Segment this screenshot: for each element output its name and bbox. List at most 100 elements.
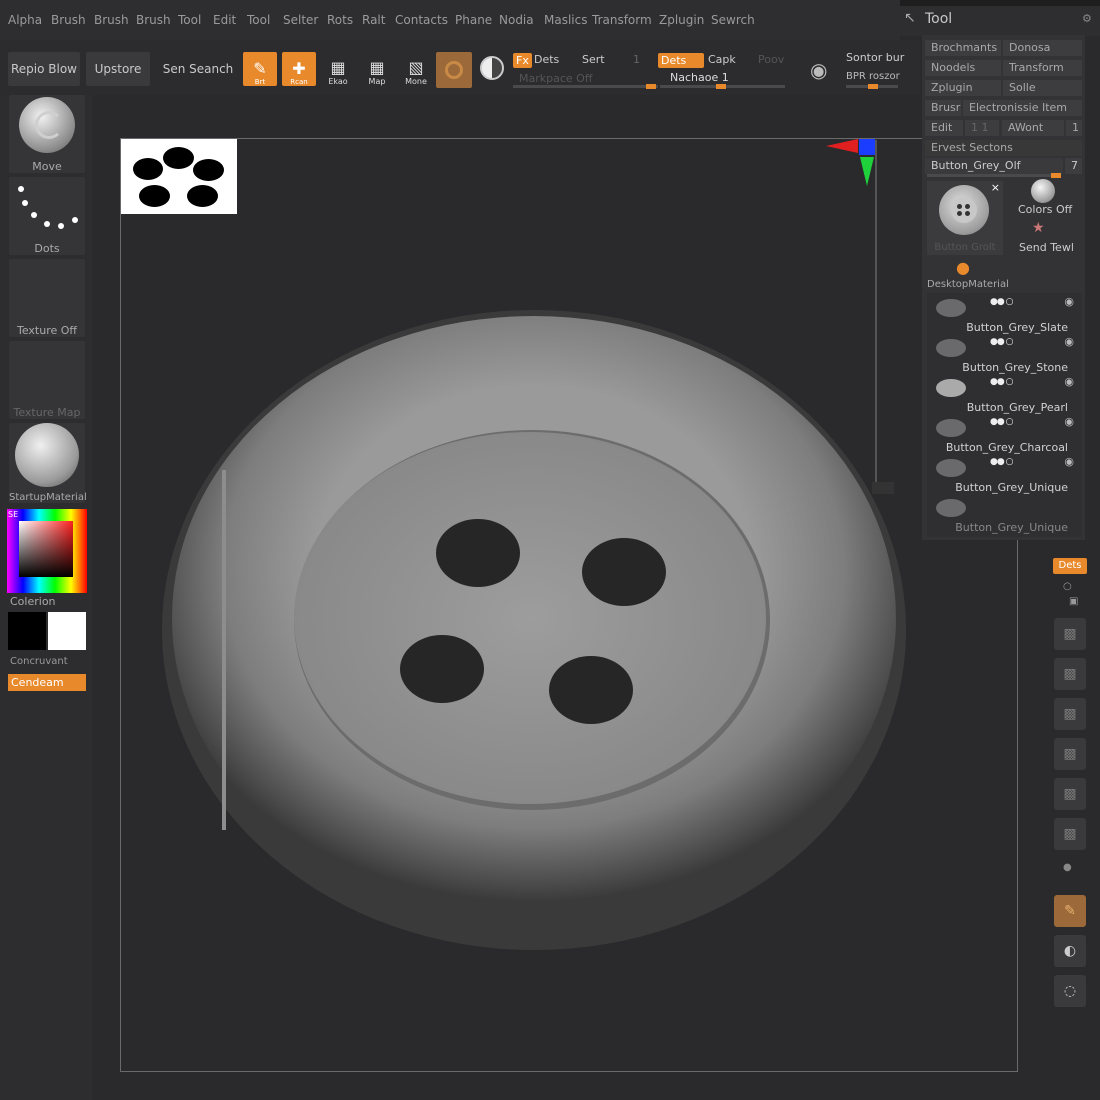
move-brush-card[interactable]: Move	[9, 95, 85, 173]
repio-blow-button[interactable]: Repio Blow	[8, 52, 80, 86]
menu-brush-3[interactable]: Brush	[136, 13, 171, 27]
colors-sphere-icon[interactable]	[1031, 179, 1055, 203]
subtool-row[interactable]: ●● ○ ◉ Button_Grey_Pearl	[930, 375, 1082, 419]
draw-button[interactable]: ✎ Brt	[243, 52, 277, 86]
map-button[interactable]: ▦ Map	[360, 52, 394, 87]
subtool-row[interactable]: ●● ○ ◉ Button_Grey_Slate	[930, 295, 1082, 339]
awont-button[interactable]: AWont	[1002, 120, 1064, 136]
dets-tag[interactable]: Dets	[658, 53, 704, 68]
gradient-sphere-icon[interactable]	[480, 56, 504, 80]
donosa-button[interactable]: Donosa	[1003, 40, 1082, 56]
cendeam-button[interactable]: Cendeam	[8, 674, 86, 691]
ervest-sectons-button[interactable]: Ervest Sectons	[925, 140, 1082, 156]
noodels-button[interactable]: Noodels	[925, 60, 1001, 76]
menu-rots[interactable]: Rots	[327, 13, 353, 27]
bpr-label[interactable]: BPR roszor	[846, 71, 900, 82]
ekao-button[interactable]: ▦ Ekao	[321, 52, 355, 87]
actual-size-button[interactable]: ▩	[1054, 698, 1086, 730]
menu-maslics[interactable]: Maslics	[544, 13, 587, 27]
markpace-slider[interactable]	[513, 84, 658, 89]
subtool-row[interactable]: ●● ○ ◉ Button_Grey_Unique	[930, 455, 1082, 499]
subtool-row[interactable]: ●● ○ ◉ Button_Grey_Stone	[930, 335, 1082, 379]
back-arrow-icon[interactable]: ↖	[904, 10, 916, 26]
zplugin-button[interactable]: Zplugin	[925, 80, 1001, 96]
persp-button[interactable]: ▩	[1054, 778, 1086, 810]
dets-button[interactable]: Dets	[1053, 558, 1087, 574]
sontor-label[interactable]: Sontor bur	[846, 51, 904, 64]
poov-label[interactable]: Poov	[758, 53, 784, 66]
markpace-label[interactable]: Markpace Off	[519, 72, 592, 85]
subtool-row[interactable]: Button_Grey_Unique	[930, 499, 1082, 539]
color-picker[interactable]: SE	[7, 509, 87, 593]
mone-button[interactable]: ▧ Mone	[399, 52, 433, 87]
menu-nodia[interactable]: Nodia	[499, 13, 534, 27]
send-tewl-label[interactable]: Send Tewl	[1019, 241, 1074, 254]
menu-transform[interactable]: Transform	[592, 13, 652, 27]
nachaoe-slider[interactable]	[660, 84, 785, 89]
button-model[interactable]	[150, 300, 920, 980]
menu-sewrch[interactable]: Sewrch	[711, 13, 755, 27]
upstore-button[interactable]: Upstore	[86, 52, 150, 86]
transp-button[interactable]: ◐	[1054, 935, 1086, 967]
material-card[interactable]: StartupMaterial	[9, 423, 87, 503]
transform-button[interactable]: Transform	[1003, 60, 1082, 76]
floor-button[interactable]: ▩	[1054, 818, 1086, 850]
polyframe-button[interactable]: ◌	[1054, 975, 1086, 1007]
zoom-view-button[interactable]: ▩	[1054, 658, 1086, 690]
scroll-view-button[interactable]: ▩	[1054, 618, 1086, 650]
brochmants-button[interactable]: Brochmants	[925, 40, 1001, 56]
menu-tool-2[interactable]: Tool	[247, 13, 270, 27]
menu-tool[interactable]: Tool	[178, 13, 201, 27]
secondary-color-swatch[interactable]	[8, 612, 46, 650]
current-tool-name[interactable]: Button_Grey_Olf	[925, 158, 1063, 174]
frame-edit-button[interactable]: ✎	[1054, 895, 1086, 927]
edit-button[interactable]: Edit	[925, 120, 963, 136]
edit-value[interactable]: 1 1	[965, 120, 999, 136]
nachaoe-label[interactable]: Nachaoe 1	[670, 71, 729, 84]
eye-icon[interactable]: ◉	[1064, 335, 1074, 348]
tool-thumbnail[interactable]: × Button Grolt	[927, 181, 1003, 255]
awont-value[interactable]: 1	[1066, 120, 1082, 136]
colors-off-label[interactable]: Colors Off	[1018, 203, 1072, 216]
eye-icon[interactable]: ◉	[1064, 455, 1074, 468]
menu-edit[interactable]: Edit	[213, 13, 236, 27]
panel-settings-icon[interactable]: ⚙	[1082, 12, 1092, 25]
menu-selter[interactable]: Selter	[283, 13, 318, 27]
bpr-slider[interactable]	[846, 84, 898, 89]
lock-icon[interactable]: ▣	[1069, 596, 1078, 607]
solle-button[interactable]: Solle	[1003, 80, 1082, 96]
capk-label[interactable]: Capk	[708, 53, 736, 66]
half-size-button[interactable]: ▩	[1054, 738, 1086, 770]
brush-settings-icon[interactable]: ◉	[810, 58, 827, 82]
menu-brush-2[interactable]: Brush	[94, 13, 129, 27]
texture-map-card[interactable]: Texture Map	[9, 341, 85, 419]
texture-card[interactable]: Texture Off	[9, 259, 85, 337]
dets-label[interactable]: Dets	[534, 53, 559, 66]
eye-icon[interactable]: ◉	[1064, 415, 1074, 428]
brusr-button[interactable]: Brusr	[925, 100, 961, 116]
dots-stroke-card[interactable]: Dots	[9, 177, 85, 255]
current-tool-slider[interactable]	[927, 173, 1061, 178]
menu-ralt[interactable]: Ralt	[362, 13, 385, 27]
frame-icon[interactable]: ○	[1063, 581, 1072, 592]
menu-contacts[interactable]: Contacts	[395, 13, 448, 27]
color-square[interactable]	[19, 521, 73, 577]
eye-icon[interactable]: ◉	[1064, 295, 1074, 308]
move-button[interactable]: ✚ Rcan	[282, 52, 316, 86]
eye-icon[interactable]: ◉	[1064, 375, 1074, 388]
sen-seanch-button[interactable]: Sen Seanch	[160, 52, 236, 86]
menu-alpha[interactable]: Alpha	[8, 13, 42, 27]
local-icon[interactable]: ●	[1063, 862, 1072, 873]
primary-color-swatch[interactable]	[48, 612, 86, 650]
axis-gizmo[interactable]	[822, 136, 882, 190]
menu-brush[interactable]: Brush	[51, 13, 86, 27]
close-icon[interactable]: ×	[991, 181, 1000, 194]
send-tool-icon[interactable]: ★	[1032, 220, 1045, 236]
menu-phane[interactable]: Phane	[455, 13, 492, 27]
fx-tag[interactable]: Fx	[513, 53, 532, 68]
sert-label[interactable]: Sert	[582, 53, 605, 66]
menu-zplugin[interactable]: Zplugin	[659, 13, 704, 27]
material-swatch-button[interactable]	[436, 52, 472, 88]
electronissie-item-button[interactable]: Electronissie Item	[963, 100, 1082, 116]
material-icon[interactable]: ●	[956, 258, 970, 277]
